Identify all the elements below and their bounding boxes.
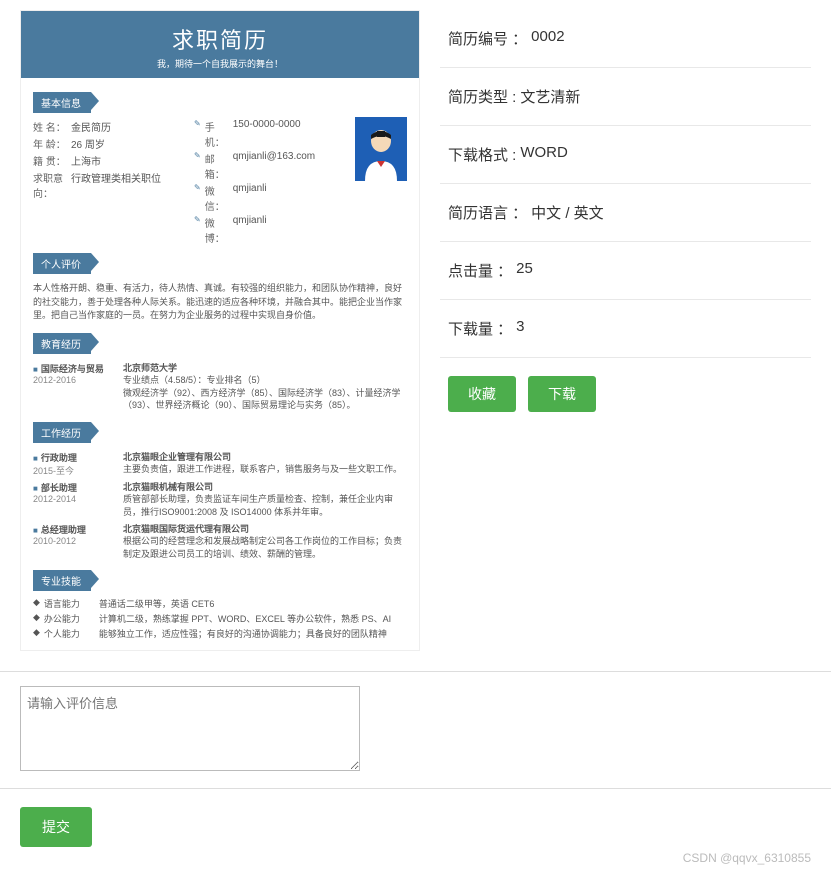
resume-subtitle: 我，期待一个自我展示的舞台！: [21, 57, 419, 70]
resume-header: 求职简历 我，期待一个自我展示的舞台！: [21, 11, 419, 78]
section-skill: 专业技能: [33, 570, 91, 591]
work-item: ■行政助理2015-至今 北京猫眼企业管理有限公司主要负责值，跟进工作进程，联系…: [33, 451, 407, 477]
eval-text: 本人性格开朗、稳重、有活力，待人热情、真诚。有较强的组织能力，和团队协作精神，良…: [33, 282, 407, 323]
info-type: 简历类型 : 文艺清新: [440, 68, 811, 126]
section-work: 工作经历: [33, 422, 91, 443]
section-eval: 个人评价: [33, 253, 91, 274]
info-id: 简历编号 ：0002: [440, 10, 811, 68]
info-lang: 简历语言 ：中文 / 英文: [440, 184, 811, 242]
info-downloads: 下载量 ：3: [440, 300, 811, 358]
info-hits: 点击量 ：25: [440, 242, 811, 300]
watermark: CSDN @qqvx_6310855: [683, 851, 811, 865]
work-item: ■总经理助理2010-2012 北京猫眼国际货运代理有限公司根据公司的经营理念和…: [33, 523, 407, 561]
section-basic: 基本信息: [33, 92, 91, 113]
submit-section: 提交 CSDN @qqvx_6310855: [0, 788, 831, 877]
info-format: 下载格式 : WORD: [440, 126, 811, 184]
resume-preview: 求职简历 我，期待一个自我展示的舞台！ 基本信息 姓 名：金民简历 年 龄：26…: [20, 10, 420, 651]
download-button[interactable]: 下载: [528, 376, 596, 412]
favorite-button[interactable]: 收藏: [448, 376, 516, 412]
resume-photo: [355, 117, 407, 181]
comment-section: [0, 671, 831, 788]
info-panel: 简历编号 ：0002 简历类型 : 文艺清新 下载格式 : WORD 简历语言 …: [440, 10, 811, 651]
submit-button[interactable]: 提交: [20, 807, 92, 847]
work-item: ■部长助理2012-2014 北京猫眼机械有限公司质管部部长助理，负责监证车间生…: [33, 481, 407, 519]
comment-input[interactable]: [20, 686, 360, 771]
section-edu: 教育经历: [33, 333, 91, 354]
resume-title: 求职简历: [21, 23, 419, 55]
